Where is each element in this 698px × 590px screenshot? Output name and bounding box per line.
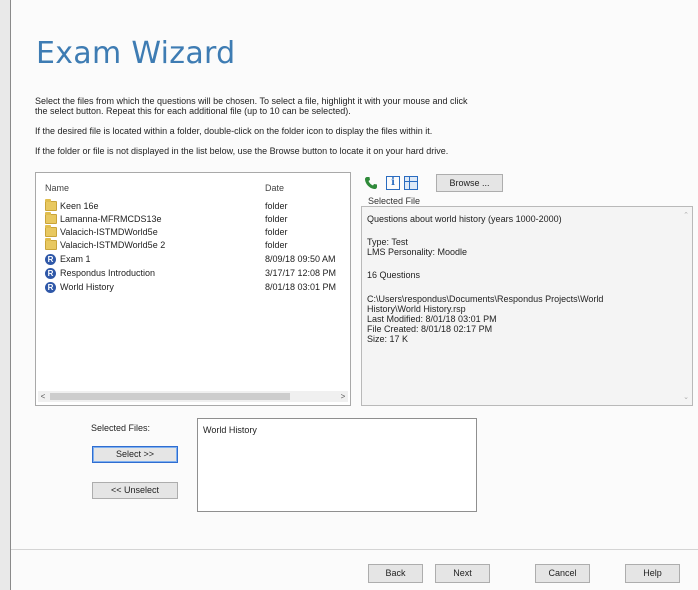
page-title: Exam Wizard xyxy=(36,36,236,71)
scroll-right-icon[interactable]: > xyxy=(338,391,348,402)
list-item[interactable]: R Respondus Introduction 3/17/17 12:08 P… xyxy=(36,267,346,280)
file-description: Questions about world history (years 100… xyxy=(367,214,562,224)
respondus-icon: R xyxy=(45,254,56,265)
folder-icon xyxy=(45,199,57,211)
folder-icon xyxy=(45,212,57,224)
instruction-text: If the folder or file is not displayed i… xyxy=(35,146,449,156)
file-created: File Created: 8/01/18 02:17 PM xyxy=(367,324,493,334)
scroll-up-icon[interactable]: ⌃ xyxy=(682,211,690,219)
scroll-left-icon[interactable]: < xyxy=(38,391,48,402)
file-date: 3/17/17 12:08 PM xyxy=(265,268,337,278)
info-icon[interactable]: i xyxy=(386,176,400,190)
file-name: Keen 16e xyxy=(60,201,99,211)
column-header-name[interactable]: Name xyxy=(45,183,69,193)
next-button[interactable]: Next xyxy=(435,564,490,583)
vertical-scrollbar[interactable]: ⌃ ⌄ xyxy=(682,211,690,401)
cancel-button[interactable]: Cancel xyxy=(535,564,590,583)
file-type: Type: Test xyxy=(367,237,408,247)
instruction-text: If the desired file is located within a … xyxy=(35,126,433,136)
exam-wizard-dialog: Exam Wizard Select the files from which … xyxy=(10,0,698,590)
phone-icon[interactable] xyxy=(364,176,378,190)
instruction-text: the select button. Repeat this for each … xyxy=(35,106,351,116)
selected-file-label: Selected File xyxy=(368,196,421,206)
respondus-icon: R xyxy=(45,282,56,293)
list-item[interactable]: Lamanna-MFRMCDS13e folder xyxy=(36,212,346,226)
file-path: C:\Users\respondus\Documents\Respondus P… xyxy=(367,294,604,304)
lms-personality: LMS Personality: Moodle xyxy=(367,247,468,257)
file-date: folder xyxy=(265,227,288,237)
list-item[interactable]: Keen 16e folder xyxy=(36,199,346,213)
selected-file-details: Questions about world history (years 100… xyxy=(361,206,693,406)
list-item[interactable]: Valacich-ISTMDWorld5e folder xyxy=(36,225,346,239)
selected-files-label: Selected Files: xyxy=(91,423,151,433)
file-name: Valacich-ISTMDWorld5e xyxy=(60,227,158,237)
file-list[interactable]: Name Date Keen 16e folder Lamanna-MFRMCD… xyxy=(35,172,351,406)
list-item[interactable]: Valacich-ISTMDWorld5e 2 folder xyxy=(36,238,346,252)
question-count: 16 Questions xyxy=(367,270,421,280)
file-path-cont: History\World History.rsp xyxy=(367,304,466,314)
file-date: folder xyxy=(265,214,288,224)
last-modified: Last Modified: 8/01/18 03:01 PM xyxy=(367,314,497,324)
selected-files-list[interactable]: World History xyxy=(197,418,477,512)
list-item[interactable]: R Exam 1 8/09/18 09:50 AM xyxy=(36,253,346,266)
file-date: 8/01/18 03:01 PM xyxy=(265,282,337,292)
table-view-icon[interactable] xyxy=(404,176,418,190)
selected-file-item[interactable]: World History xyxy=(203,425,257,435)
file-date: folder xyxy=(265,240,288,250)
file-name: Respondus Introduction xyxy=(60,268,156,278)
scrollbar-thumb[interactable] xyxy=(50,393,290,400)
file-name: Exam 1 xyxy=(60,254,91,264)
folder-icon xyxy=(45,238,57,250)
folder-icon xyxy=(45,225,57,237)
browse-button[interactable]: Browse ... xyxy=(436,174,503,192)
file-name: Valacich-ISTMDWorld5e 2 xyxy=(60,240,166,250)
file-date: 8/09/18 09:50 AM xyxy=(265,254,336,264)
file-date: folder xyxy=(265,201,288,211)
back-button[interactable]: Back xyxy=(368,564,423,583)
select-button[interactable]: Select >> xyxy=(92,446,178,463)
list-item[interactable]: R World History 8/01/18 03:01 PM xyxy=(36,281,346,294)
scroll-down-icon[interactable]: ⌄ xyxy=(682,393,690,401)
divider xyxy=(11,549,698,550)
column-header-date[interactable]: Date xyxy=(265,183,284,193)
help-button[interactable]: Help xyxy=(625,564,680,583)
horizontal-scrollbar[interactable]: < > xyxy=(38,391,348,402)
file-name: World History xyxy=(60,282,114,292)
unselect-button[interactable]: << Unselect xyxy=(92,482,178,499)
respondus-icon: R xyxy=(45,268,56,279)
file-size: Size: 17 K xyxy=(367,334,409,344)
instruction-text: Select the files from which the question… xyxy=(35,96,468,106)
file-name: Lamanna-MFRMCDS13e xyxy=(60,214,162,224)
